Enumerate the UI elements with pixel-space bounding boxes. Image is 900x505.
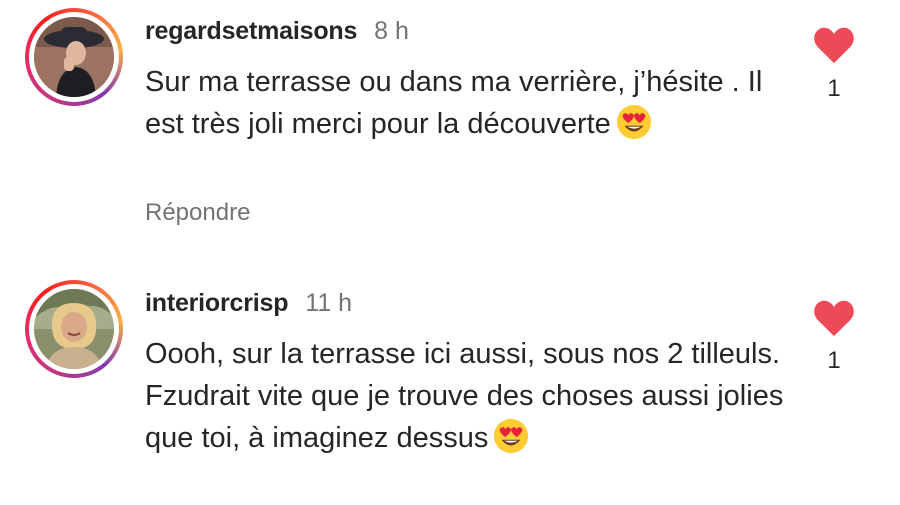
comment-username[interactable]: regardsetmaisons [145,17,357,46]
like-count: 1 [827,347,841,374]
comment-text-content: Sur ma terrasse ou dans ma verrière, j’h… [145,66,763,140]
comment-username[interactable]: interiorcrisp [145,289,288,318]
heart-icon[interactable] [812,298,856,338]
comment-text: Oooh, sur la terrasse ici aussi, sous no… [145,333,785,459]
avatar-photo [34,17,114,97]
heart-eyes-emoji [494,418,529,454]
avatar[interactable] [25,8,123,106]
avatar[interactable] [25,280,123,378]
comment-timestamp: 11 h [305,289,353,317]
comment-item: regardsetmaisons 8 h Sur ma terrasse ou … [0,0,900,250]
avatar-photo [34,289,114,369]
heart-icon[interactable] [812,25,856,65]
heart-eyes-emoji [616,104,651,140]
comment-timestamp: 8 h [374,17,409,45]
comment-item: interiorcrisp 11 h Oooh, sur la terrasse… [0,270,900,505]
reply-button[interactable]: Répondre [145,199,250,227]
comment-text: Sur ma terrasse ou dans ma verrière, j’h… [145,61,785,145]
like-count: 1 [827,75,841,102]
comment-text-content: Oooh, sur la terrasse ici aussi, sous no… [145,338,784,454]
